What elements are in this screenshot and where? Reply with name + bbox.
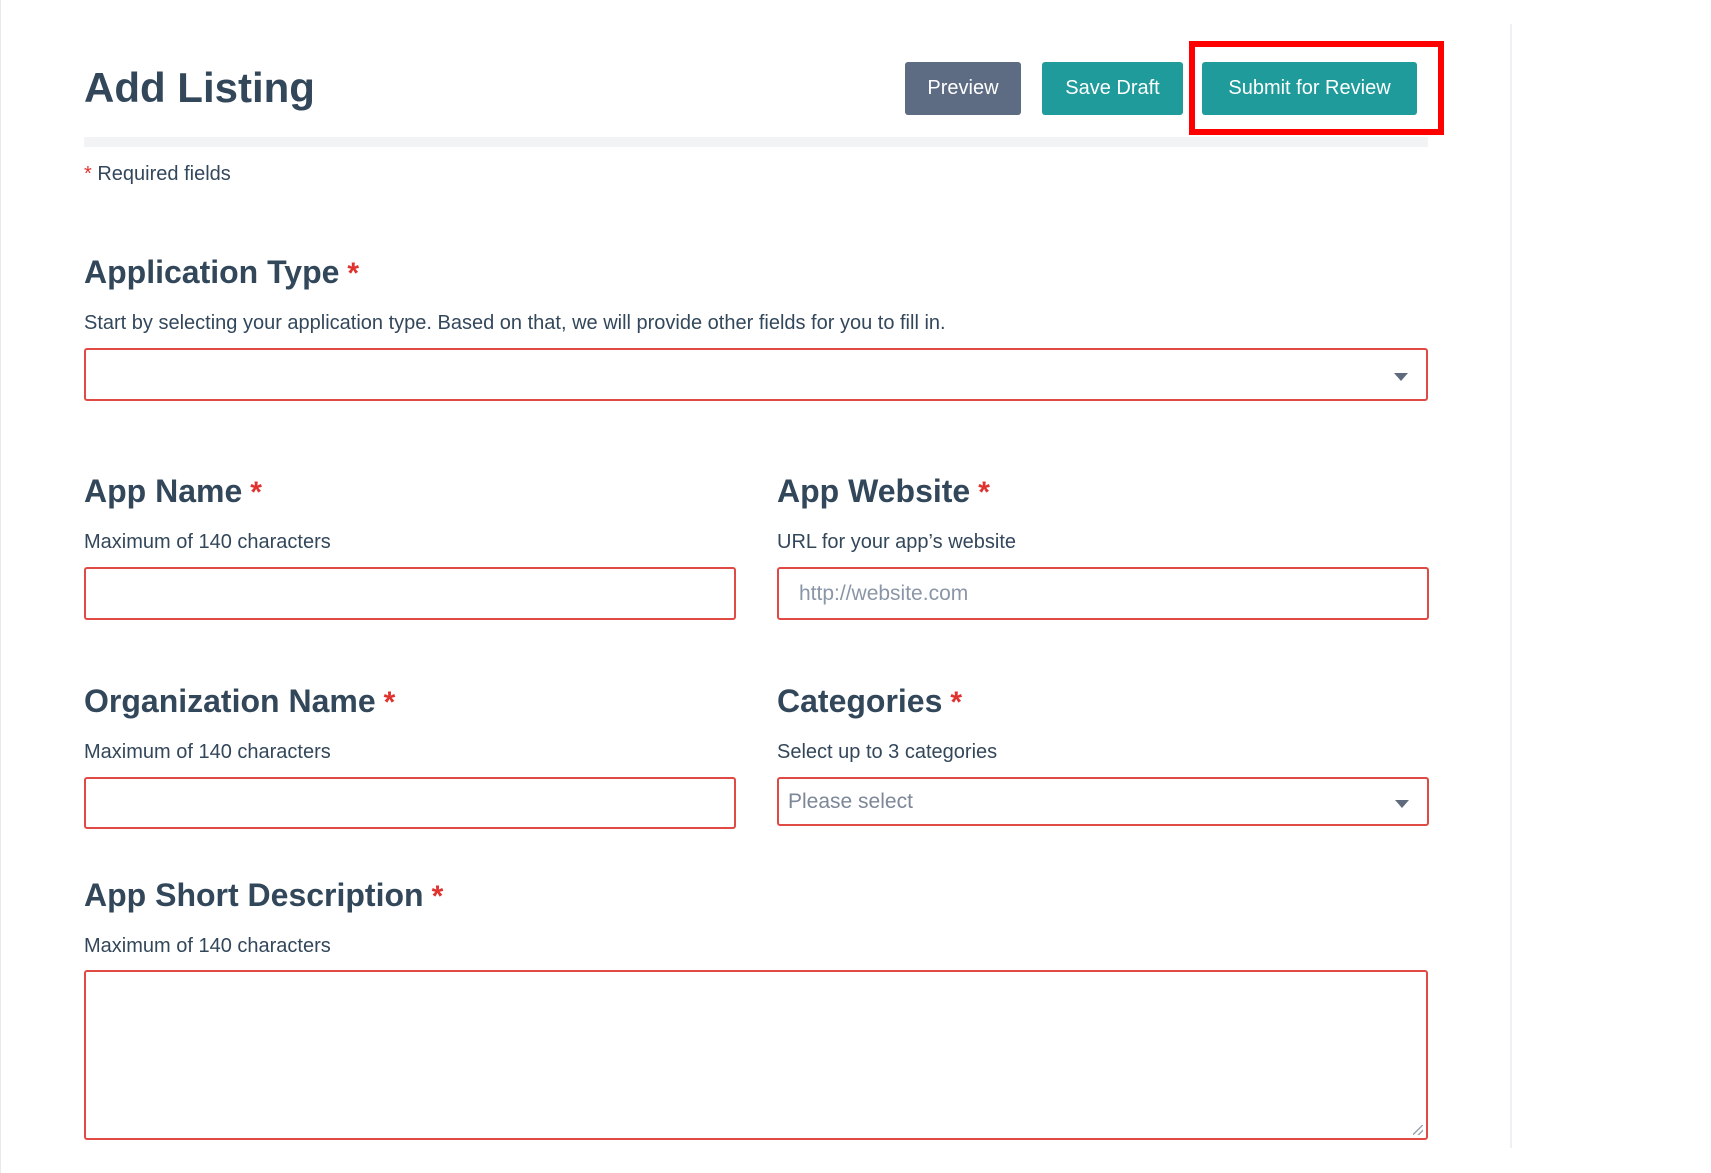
app-short-description-help: Maximum of 140 characters [84, 935, 331, 957]
application-type-select[interactable] [84, 348, 1428, 401]
organization-name-input[interactable] [84, 777, 736, 829]
app-name-label: App Name * [84, 471, 262, 513]
page-left-edge [0, 0, 1, 1173]
right-panel-divider [1510, 24, 1512, 1148]
save-draft-button[interactable]: Save Draft [1042, 62, 1183, 115]
app-website-input[interactable]: http://website.com [777, 567, 1429, 620]
resize-handle-icon[interactable] [1413, 1125, 1423, 1135]
required-fields-text: Required fields [91, 163, 231, 185]
required-star: * [250, 476, 262, 509]
required-star: * [950, 686, 963, 719]
app-name-label-text: App Name [84, 473, 243, 509]
organization-name-help: Maximum of 140 characters [84, 741, 331, 763]
application-type-help: Start by selecting your application type… [84, 312, 946, 334]
required-star: * [978, 476, 990, 509]
app-website-placeholder: http://website.com [799, 582, 969, 605]
preview-button[interactable]: Preview [905, 62, 1021, 115]
app-website-help: URL for your app’s website [777, 531, 1017, 553]
application-type-label-text: Application Type [84, 254, 340, 290]
app-short-description-label: App Short Description * [84, 875, 443, 917]
submit-highlight-box [1189, 41, 1444, 135]
organization-name-label-text: Organization Name [84, 683, 376, 719]
required-star: * [383, 686, 396, 719]
application-type-label: Application Type * [84, 252, 359, 294]
categories-help: Select up to 3 categories [777, 741, 998, 763]
app-short-description-label-text: App Short Description [84, 877, 424, 913]
app-name-input[interactable] [84, 567, 736, 620]
header-divider-bar [84, 137, 1428, 147]
required-star: * [347, 257, 360, 290]
chevron-down-icon [1394, 373, 1408, 381]
app-website-label-text: App Website [777, 473, 971, 509]
categories-label-text: Categories [777, 683, 943, 719]
categories-placeholder: Please select [788, 790, 913, 813]
organization-name-label: Organization Name * [84, 681, 395, 723]
app-short-description-textarea[interactable] [84, 970, 1428, 1140]
page-title: Add Listing [84, 64, 315, 111]
app-website-label: App Website * [777, 471, 990, 513]
chevron-down-icon [1395, 800, 1409, 808]
categories-select[interactable]: Please select [777, 777, 1429, 826]
categories-label: Categories * [777, 681, 962, 723]
required-star: * [84, 163, 92, 185]
required-fields-note: * Required fields [84, 162, 231, 186]
app-name-help: Maximum of 140 characters [84, 531, 331, 553]
required-star: * [431, 880, 444, 913]
